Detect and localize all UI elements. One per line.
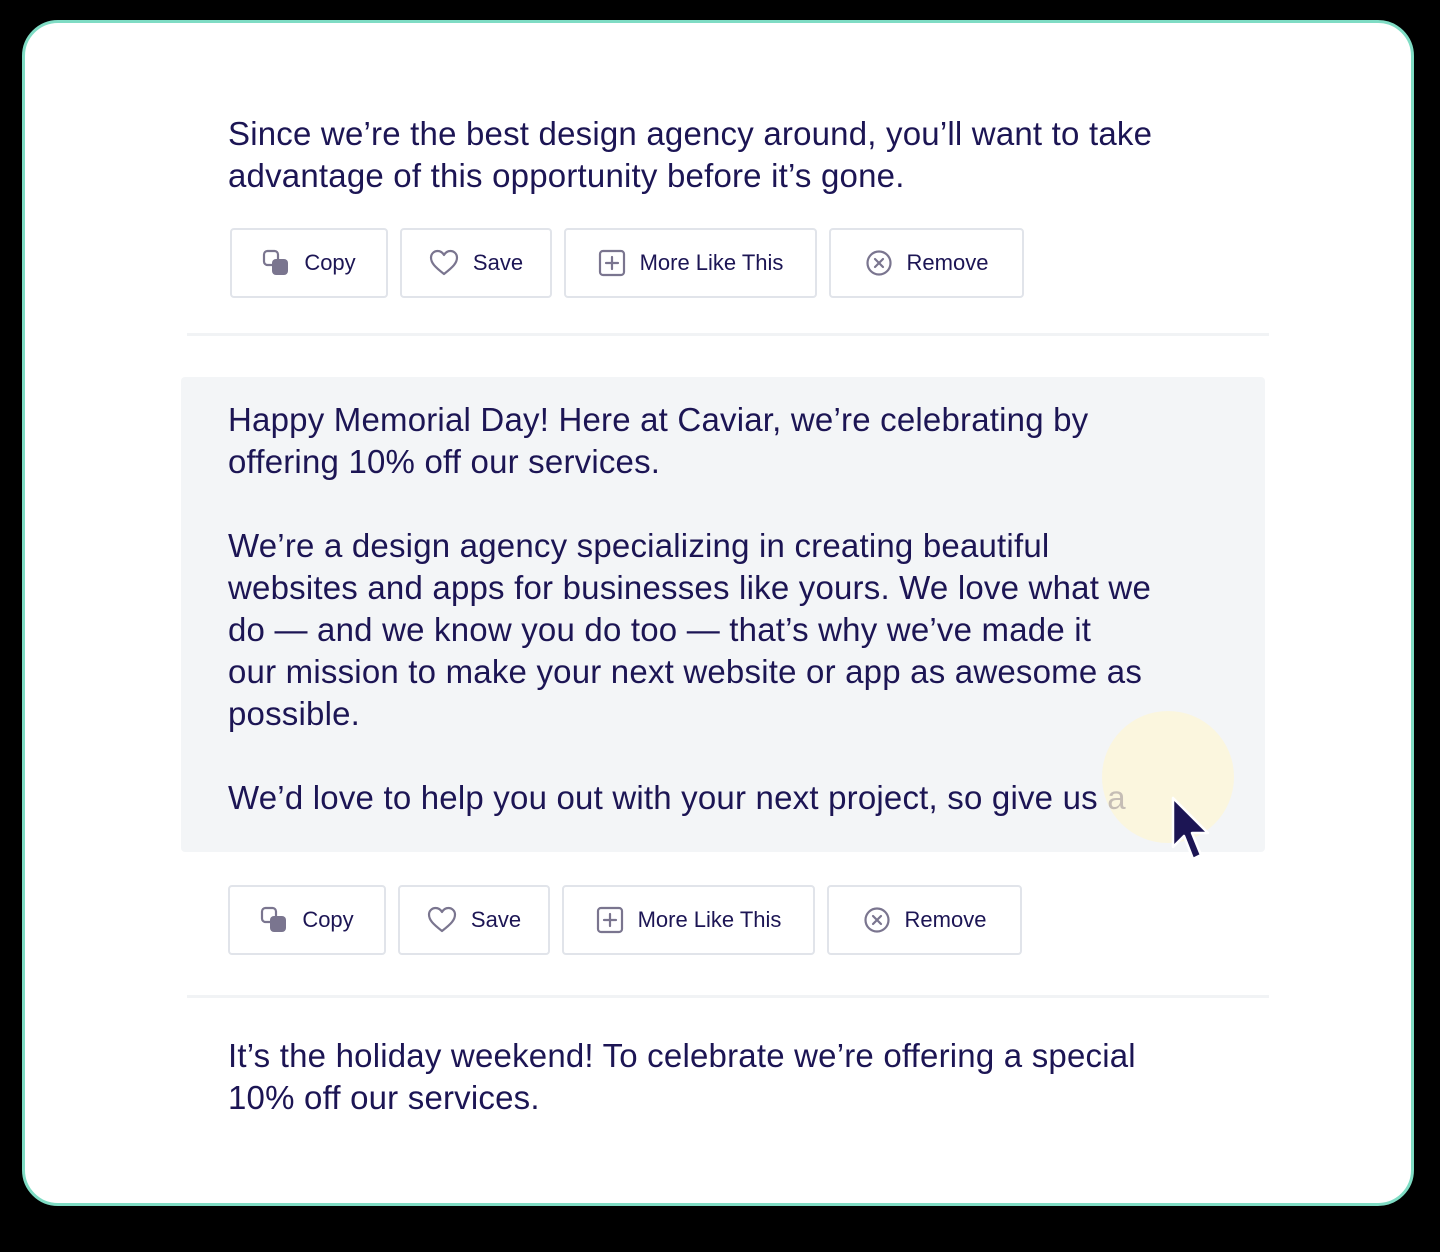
- remove-button[interactable]: Remove: [827, 885, 1022, 955]
- result-line: 10% off our services.: [228, 1079, 540, 1116]
- close-circle-icon: [865, 249, 893, 277]
- remove-label: Remove: [904, 907, 987, 932]
- save-label: Save: [472, 250, 524, 275]
- more-like-this-label: More Like This: [639, 250, 784, 275]
- result-2-actions: Copy Save More Like This Remove: [228, 885, 1022, 955]
- copy-button[interactable]: Copy: [230, 228, 388, 298]
- heart-icon: [427, 906, 457, 934]
- more-like-this-label: More Like This: [637, 907, 782, 932]
- result-line: It’s the holiday weekend! To celebrate w…: [228, 1037, 1136, 1074]
- result-text-1: Since we’re the best design agency aroun…: [228, 113, 1152, 197]
- close-circle-icon: [863, 906, 891, 934]
- save-button[interactable]: Save: [398, 885, 550, 955]
- divider: [187, 333, 1269, 336]
- heart-icon: [429, 249, 459, 277]
- result-text-2: Happy Memorial Day! Here at Caviar, we’r…: [228, 399, 1151, 819]
- remove-label: Remove: [906, 250, 989, 275]
- remove-button[interactable]: Remove: [829, 228, 1024, 298]
- result-line: websites and apps for businesses like yo…: [228, 569, 1152, 606]
- result-line: possible.: [228, 695, 361, 732]
- divider: [187, 995, 1269, 998]
- result-text-3: It’s the holiday weekend! To celebrate w…: [228, 1035, 1136, 1119]
- copy-label: Copy: [304, 250, 356, 275]
- copy-label: Copy: [302, 907, 354, 932]
- result-1-actions: Copy Save More Like This Remove: [230, 228, 1024, 298]
- result-paragraph: Happy Memorial Day! Here at Caviar, we’r…: [228, 399, 1151, 483]
- result-line: do — and we know you do too — that’s why…: [228, 611, 1092, 648]
- result-paragraph: We’re a design agency specializing in cr…: [228, 525, 1151, 735]
- copy-button[interactable]: Copy: [228, 885, 386, 955]
- result-line: We’re a design agency specializing in cr…: [228, 527, 1050, 564]
- result-line: our mission to make your next website or…: [228, 653, 1143, 690]
- copy-icon: [260, 906, 288, 934]
- result-line: Happy Memorial Day! Here at Caviar, we’r…: [228, 401, 1089, 438]
- plus-square-icon: [598, 249, 626, 277]
- more-like-this-button[interactable]: More Like This: [564, 228, 817, 298]
- result-line: Since we’re the best design agency aroun…: [228, 115, 1153, 152]
- more-like-this-button[interactable]: More Like This: [562, 885, 815, 955]
- cursor-hover-glow: [1102, 711, 1234, 843]
- result-line: advantage of this opportunity before it’…: [228, 157, 905, 194]
- plus-square-icon: [596, 906, 624, 934]
- result-line: offering 10% off our services.: [228, 443, 661, 480]
- mouse-pointer-icon: [1170, 795, 1214, 872]
- save-label: Save: [470, 907, 522, 932]
- save-button[interactable]: Save: [400, 228, 552, 298]
- result-line: We’d love to help you out with your next…: [228, 779, 1126, 816]
- result-paragraph: We’d love to help you out with your next…: [228, 777, 1151, 819]
- results-card: Since we’re the best design agency aroun…: [22, 20, 1414, 1206]
- copy-icon: [262, 249, 290, 277]
